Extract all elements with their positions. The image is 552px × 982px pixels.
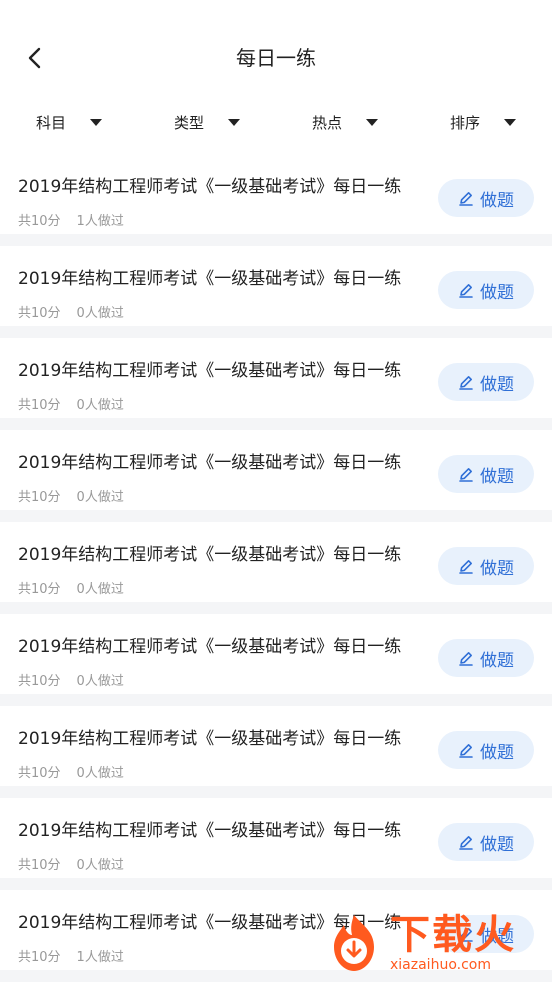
- list-item[interactable]: 2019年结构工程师考试《一级基础考试》每日一练 共10分 0人做过 做题: [0, 430, 552, 510]
- filter-label: 科目: [35, 113, 66, 132]
- pencil-icon: [459, 560, 473, 574]
- item-done-count: 0人做过: [76, 306, 124, 321]
- item-done-count: 0人做过: [76, 674, 124, 689]
- do-exercise-button[interactable]: 做题: [438, 455, 534, 493]
- do-exercise-button[interactable]: 做题: [438, 363, 534, 401]
- list-item[interactable]: 2019年结构工程师考试《一级基础考试》每日一练 共10分 0人做过 做题: [0, 798, 552, 878]
- list-item[interactable]: 2019年结构工程师考试《一级基础考试》每日一练 共10分 0人做过 做题: [0, 706, 552, 786]
- item-meta: 共10分 0人做过: [18, 670, 124, 689]
- item-score: 共10分: [18, 214, 61, 229]
- pencil-icon: [459, 284, 473, 298]
- item-title: 2019年结构工程师考试《一级基础考试》每日一练: [18, 269, 402, 289]
- watermark: 下载火 xiazaihuo.com: [322, 905, 552, 981]
- list-item[interactable]: 2019年结构工程师考试《一级基础考试》每日一练 共10分 0人做过 做题: [0, 614, 552, 694]
- do-exercise-label: 做题: [480, 742, 514, 763]
- page-title: 每日一练: [236, 46, 316, 70]
- item-title: 2019年结构工程师考试《一级基础考试》每日一练: [18, 177, 402, 197]
- do-exercise-label: 做题: [480, 374, 514, 395]
- flame-logo-icon: [334, 915, 374, 971]
- exercise-list: 2019年结构工程师考试《一级基础考试》每日一练 共10分 1人做过 做题 20…: [0, 154, 552, 982]
- do-exercise-button[interactable]: 做题: [438, 639, 534, 677]
- do-exercise-label: 做题: [480, 834, 514, 855]
- item-meta: 共10分 0人做过: [18, 762, 124, 781]
- item-score: 共10分: [18, 306, 61, 321]
- filter-hot[interactable]: 热点: [276, 100, 414, 144]
- item-meta: 共10分 1人做过: [18, 946, 124, 965]
- item-done-count: 0人做过: [76, 398, 124, 413]
- item-score: 共10分: [18, 674, 61, 689]
- pencil-icon: [459, 652, 473, 666]
- item-title: 2019年结构工程师考试《一级基础考试》每日一练: [18, 821, 402, 841]
- watermark-brand: 下载火: [390, 912, 516, 958]
- triangle-down-icon: [366, 118, 378, 126]
- triangle-down-icon: [228, 118, 240, 126]
- item-meta: 共10分 0人做过: [18, 394, 124, 413]
- triangle-down-icon: [504, 118, 516, 126]
- do-exercise-label: 做题: [480, 190, 514, 211]
- do-exercise-label: 做题: [480, 558, 514, 579]
- item-title: 2019年结构工程师考试《一级基础考试》每日一练: [18, 545, 402, 565]
- item-done-count: 0人做过: [76, 490, 124, 505]
- do-exercise-button[interactable]: 做题: [438, 179, 534, 217]
- filter-label: 排序: [449, 113, 480, 132]
- pencil-icon: [459, 192, 473, 206]
- watermark-text: 下载火 xiazaihuo.com: [390, 913, 516, 973]
- item-title: 2019年结构工程师考试《一级基础考试》每日一练: [18, 361, 402, 381]
- list-item[interactable]: 2019年结构工程师考试《一级基础考试》每日一练 共10分 0人做过 做题: [0, 246, 552, 326]
- filter-type[interactable]: 类型: [138, 100, 276, 144]
- item-done-count: 1人做过: [76, 214, 124, 229]
- do-exercise-button[interactable]: 做题: [438, 547, 534, 585]
- watermark-site: xiazaihuo.com: [390, 957, 491, 973]
- item-done-count: 1人做过: [76, 950, 124, 965]
- item-score: 共10分: [18, 398, 61, 413]
- item-meta: 共10分 0人做过: [18, 302, 124, 321]
- do-exercise-button[interactable]: 做题: [438, 823, 534, 861]
- do-exercise-label: 做题: [480, 466, 514, 487]
- item-meta: 共10分 1人做过: [18, 210, 124, 229]
- pencil-icon: [459, 744, 473, 758]
- list-item[interactable]: 2019年结构工程师考试《一级基础考试》每日一练 共10分 0人做过 做题: [0, 522, 552, 602]
- do-exercise-label: 做题: [480, 282, 514, 303]
- item-done-count: 0人做过: [76, 582, 124, 597]
- filter-label: 类型: [173, 113, 204, 132]
- triangle-down-icon: [90, 118, 102, 126]
- pencil-icon: [459, 376, 473, 390]
- item-score: 共10分: [18, 490, 61, 505]
- filter-label: 热点: [311, 113, 342, 132]
- item-title: 2019年结构工程师考试《一级基础考试》每日一练: [18, 453, 402, 473]
- filter-sort[interactable]: 排序: [414, 100, 552, 144]
- filter-subject[interactable]: 科目: [0, 100, 138, 144]
- item-score: 共10分: [18, 582, 61, 597]
- item-done-count: 0人做过: [76, 766, 124, 781]
- item-score: 共10分: [18, 950, 61, 965]
- do-exercise-label: 做题: [480, 650, 514, 671]
- item-done-count: 0人做过: [76, 858, 124, 873]
- item-meta: 共10分 0人做过: [18, 578, 124, 597]
- pencil-icon: [459, 468, 473, 482]
- do-exercise-button[interactable]: 做题: [438, 271, 534, 309]
- item-score: 共10分: [18, 766, 61, 781]
- item-score: 共10分: [18, 858, 61, 873]
- item-meta: 共10分 0人做过: [18, 854, 124, 873]
- pencil-icon: [459, 836, 473, 850]
- do-exercise-button[interactable]: 做题: [438, 731, 534, 769]
- list-item[interactable]: 2019年结构工程师考试《一级基础考试》每日一练 共10分 1人做过 做题: [0, 154, 552, 234]
- item-title: 2019年结构工程师考试《一级基础考试》每日一练: [18, 729, 402, 749]
- filter-bar: 科目 类型 热点 排序: [0, 100, 552, 144]
- item-meta: 共10分 0人做过: [18, 486, 124, 505]
- item-title: 2019年结构工程师考试《一级基础考试》每日一练: [18, 637, 402, 657]
- list-item[interactable]: 2019年结构工程师考试《一级基础考试》每日一练 共10分 0人做过 做题: [0, 338, 552, 418]
- app-header: 每日一练: [0, 0, 552, 100]
